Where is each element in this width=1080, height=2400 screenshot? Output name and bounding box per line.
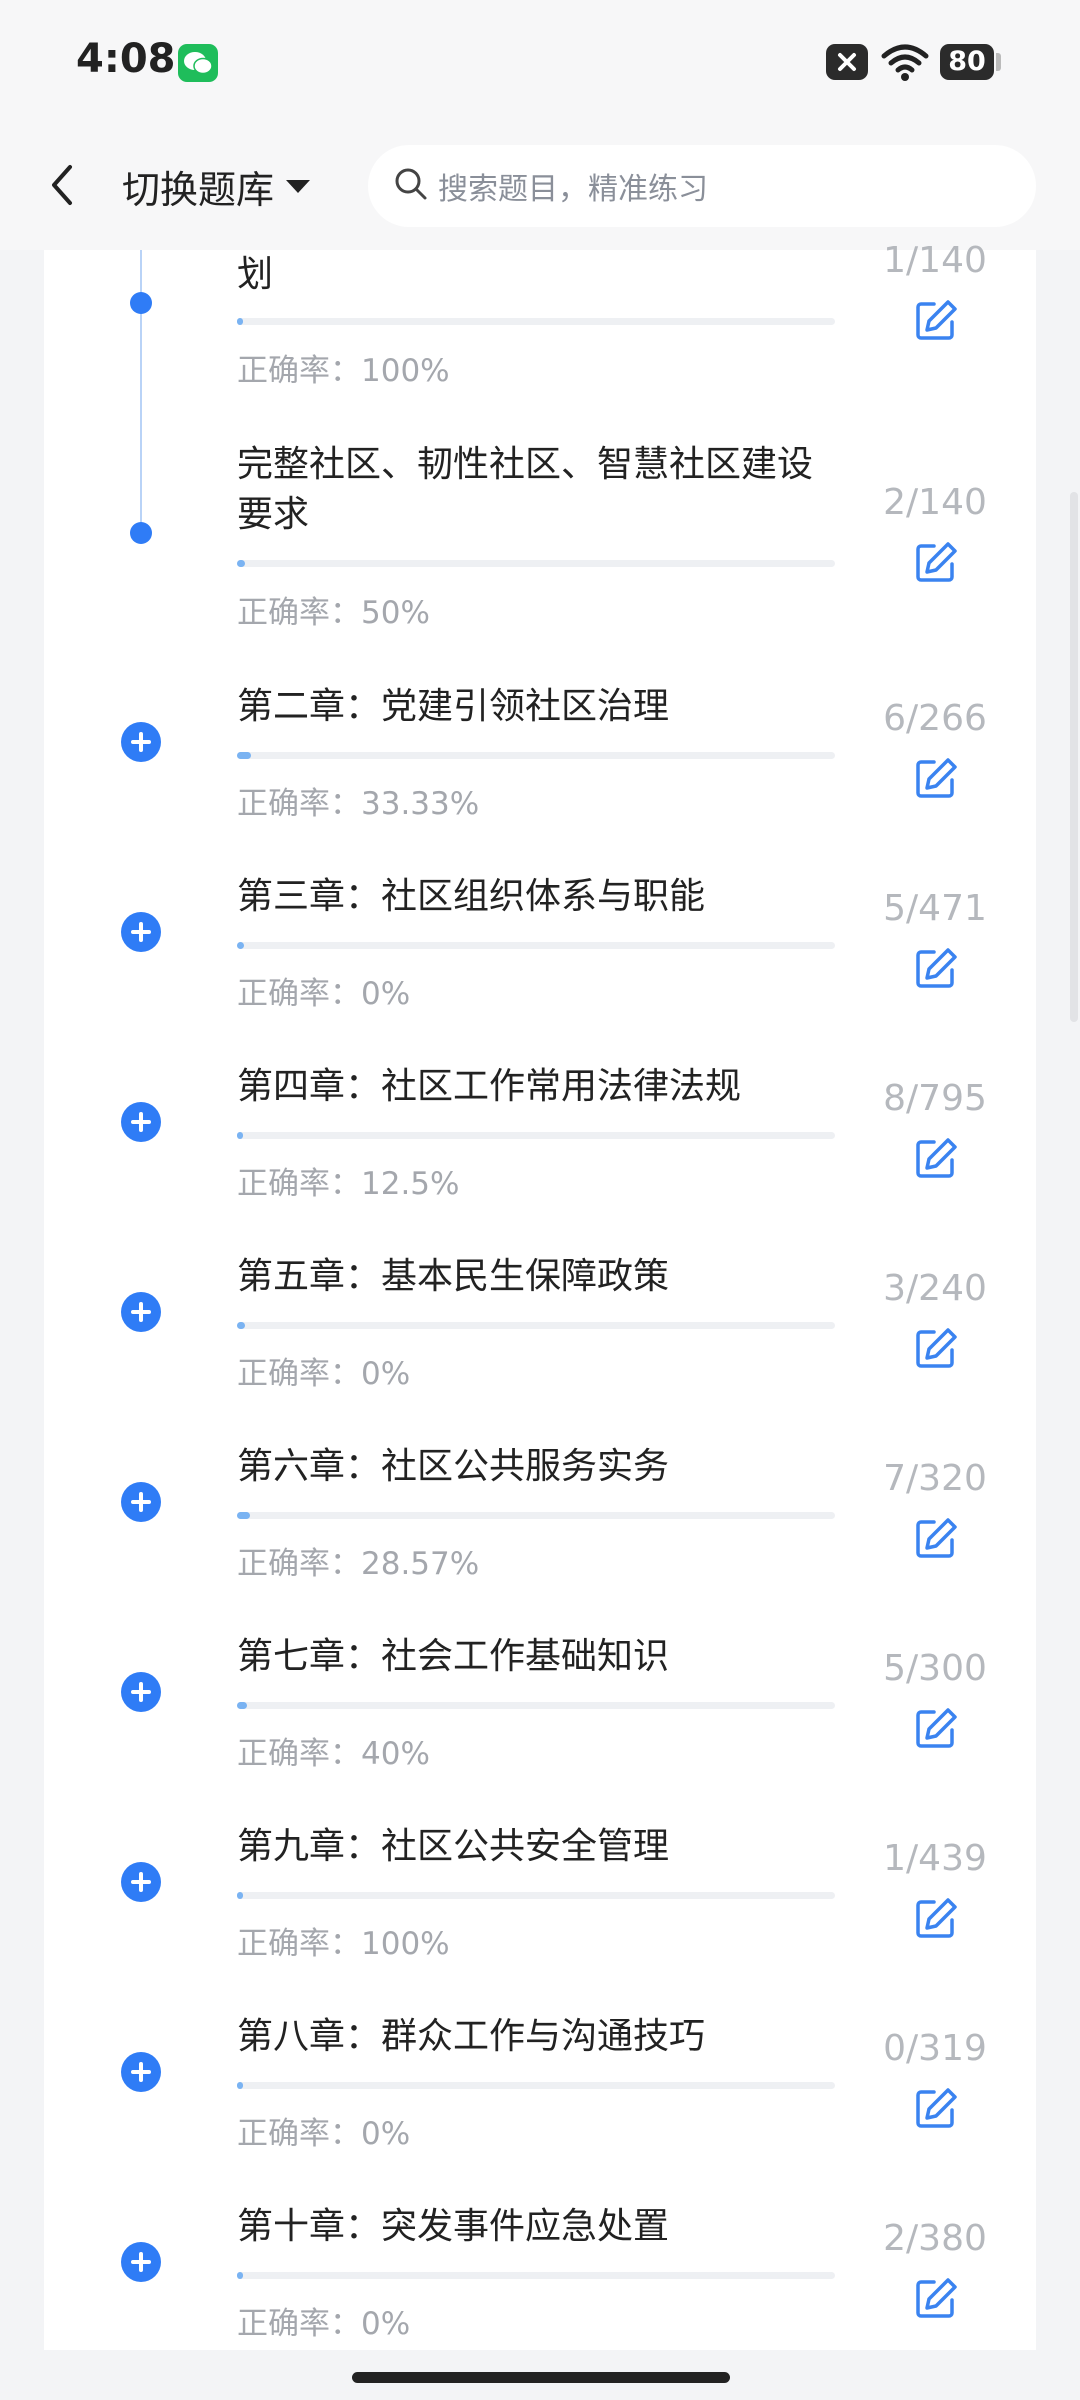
edit-practice-icon[interactable] — [914, 1136, 958, 1184]
switch-bank-button[interactable]: 切换题库 — [122, 159, 311, 214]
progress-bar — [237, 942, 835, 949]
chapter-title[interactable]: 划 — [237, 250, 837, 300]
progress-bar — [237, 2272, 835, 2279]
question-count: 5/300 — [883, 1648, 987, 1689]
question-count: 3/240 — [883, 1268, 987, 1309]
accuracy-label: 正确率：0% — [237, 2306, 411, 2342]
expand-plus-icon[interactable] — [121, 1672, 161, 1712]
question-count: 0/319 — [883, 2028, 987, 2069]
expand-plus-icon[interactable] — [121, 2052, 161, 2092]
search-input[interactable]: 搜索题目，精准练习 — [368, 145, 1036, 227]
accuracy-label: 正确率：40% — [237, 1736, 430, 1772]
chapter-title[interactable]: 第二章：党建引领社区治理 — [237, 682, 837, 732]
edit-practice-icon[interactable] — [914, 1706, 958, 1754]
edit-practice-icon[interactable] — [914, 1516, 958, 1564]
chapter-title[interactable]: 第五章：基本民生保障政策 — [237, 1252, 837, 1302]
question-count: 6/266 — [883, 698, 987, 739]
chapter-title[interactable]: 第十章：突发事件应急处置 — [237, 2202, 837, 2252]
question-count: 2/380 — [883, 2218, 987, 2259]
accuracy-label: 正确率：100% — [237, 1926, 450, 1962]
scrollbar-thumb[interactable] — [1070, 492, 1078, 1022]
progress-bar — [237, 1892, 835, 1899]
edit-practice-icon[interactable] — [914, 946, 958, 994]
chapter-title[interactable]: 第九章：社区公共安全管理 — [237, 1822, 837, 1872]
progress-bar — [237, 318, 835, 325]
progress-bar-fill — [237, 560, 246, 567]
progress-bar — [237, 1322, 835, 1329]
expand-plus-icon[interactable] — [121, 1862, 161, 1902]
close-notification-icon — [826, 44, 868, 80]
progress-bar — [237, 560, 835, 567]
progress-bar-fill — [237, 1702, 248, 1709]
chapter-title[interactable]: 第六章：社区公共服务实务 — [237, 1442, 837, 1492]
accuracy-label: 正确率：0% — [237, 976, 411, 1012]
wifi-icon — [880, 42, 930, 86]
accuracy-label: 正确率：12.5% — [237, 1166, 460, 1202]
progress-bar — [237, 2082, 835, 2089]
back-icon[interactable] — [44, 161, 80, 213]
accuracy-label: 正确率：0% — [237, 1356, 411, 1392]
chapter-title[interactable]: 第八章：群众工作与沟通技巧 — [237, 2012, 837, 2062]
expand-plus-icon[interactable] — [121, 912, 161, 952]
expand-plus-icon[interactable] — [121, 1102, 161, 1142]
expand-plus-icon[interactable] — [121, 1292, 161, 1332]
accuracy-label: 正确率：100% — [237, 353, 450, 389]
accuracy-label: 正确率：0% — [237, 2116, 411, 2152]
battery-tip — [996, 53, 1001, 71]
battery-indicator: 80 — [940, 44, 994, 80]
wechat-icon — [178, 44, 218, 82]
search-placeholder: 搜索题目，精准练习 — [438, 172, 708, 207]
expand-plus-icon[interactable] — [121, 2242, 161, 2282]
progress-bar — [237, 1702, 835, 1709]
edit-practice-icon[interactable] — [914, 1326, 958, 1374]
question-count: 8/795 — [883, 1078, 987, 1119]
chapter-title[interactable]: 完整社区、韧性社区、智慧社区建设要求 — [237, 440, 837, 540]
accuracy-label: 正确率：33.33% — [237, 786, 480, 822]
expand-plus-icon[interactable] — [121, 1482, 161, 1522]
progress-bar-fill — [237, 1892, 243, 1899]
accuracy-label: 正确率：50% — [237, 595, 430, 631]
progress-bar — [237, 1132, 835, 1139]
top-header: 切换题库 搜索题目，精准练习 — [0, 125, 1080, 250]
search-icon — [394, 167, 428, 205]
status-bar: 4:08 80 — [0, 0, 1080, 125]
edit-practice-icon[interactable] — [914, 2086, 958, 2134]
progress-bar-fill — [237, 2082, 243, 2089]
chapter-title[interactable]: 第三章：社区组织体系与职能 — [237, 872, 837, 922]
switch-bank-label: 切换题库 — [122, 168, 275, 212]
progress-bar — [237, 1512, 835, 1519]
chapter-title[interactable]: 第四章：社区工作常用法律法规 — [237, 1062, 837, 1112]
chapter-title[interactable]: 第七章：社会工作基础知识 — [237, 1632, 837, 1682]
progress-bar-fill — [237, 752, 251, 759]
edit-practice-icon[interactable] — [914, 2276, 958, 2324]
accuracy-label: 正确率：28.57% — [237, 1546, 480, 1582]
progress-bar-fill — [237, 318, 243, 325]
progress-bar — [237, 752, 835, 759]
home-indicator[interactable] — [352, 2372, 730, 2383]
question-count: 2/140 — [883, 482, 987, 523]
progress-bar-fill — [237, 1512, 251, 1519]
question-count: 1/439 — [883, 1838, 987, 1879]
timeline-dot — [130, 292, 152, 314]
progress-bar-fill — [237, 2272, 243, 2279]
progress-bar-fill — [237, 1322, 245, 1329]
caret-down-icon — [286, 180, 311, 193]
question-count: 7/320 — [883, 1458, 987, 1499]
question-count: 1/140 — [883, 240, 987, 281]
progress-bar-fill — [237, 1132, 243, 1139]
edit-practice-icon[interactable] — [914, 1896, 958, 1944]
timeline-dot — [130, 522, 152, 544]
status-time: 4:08 — [76, 36, 176, 82]
edit-practice-icon[interactable] — [914, 756, 958, 804]
question-count: 5/471 — [883, 888, 987, 929]
edit-practice-icon[interactable] — [914, 540, 958, 588]
expand-plus-icon[interactable] — [121, 722, 161, 762]
edit-practice-icon[interactable] — [914, 298, 958, 346]
progress-bar-fill — [237, 942, 244, 949]
